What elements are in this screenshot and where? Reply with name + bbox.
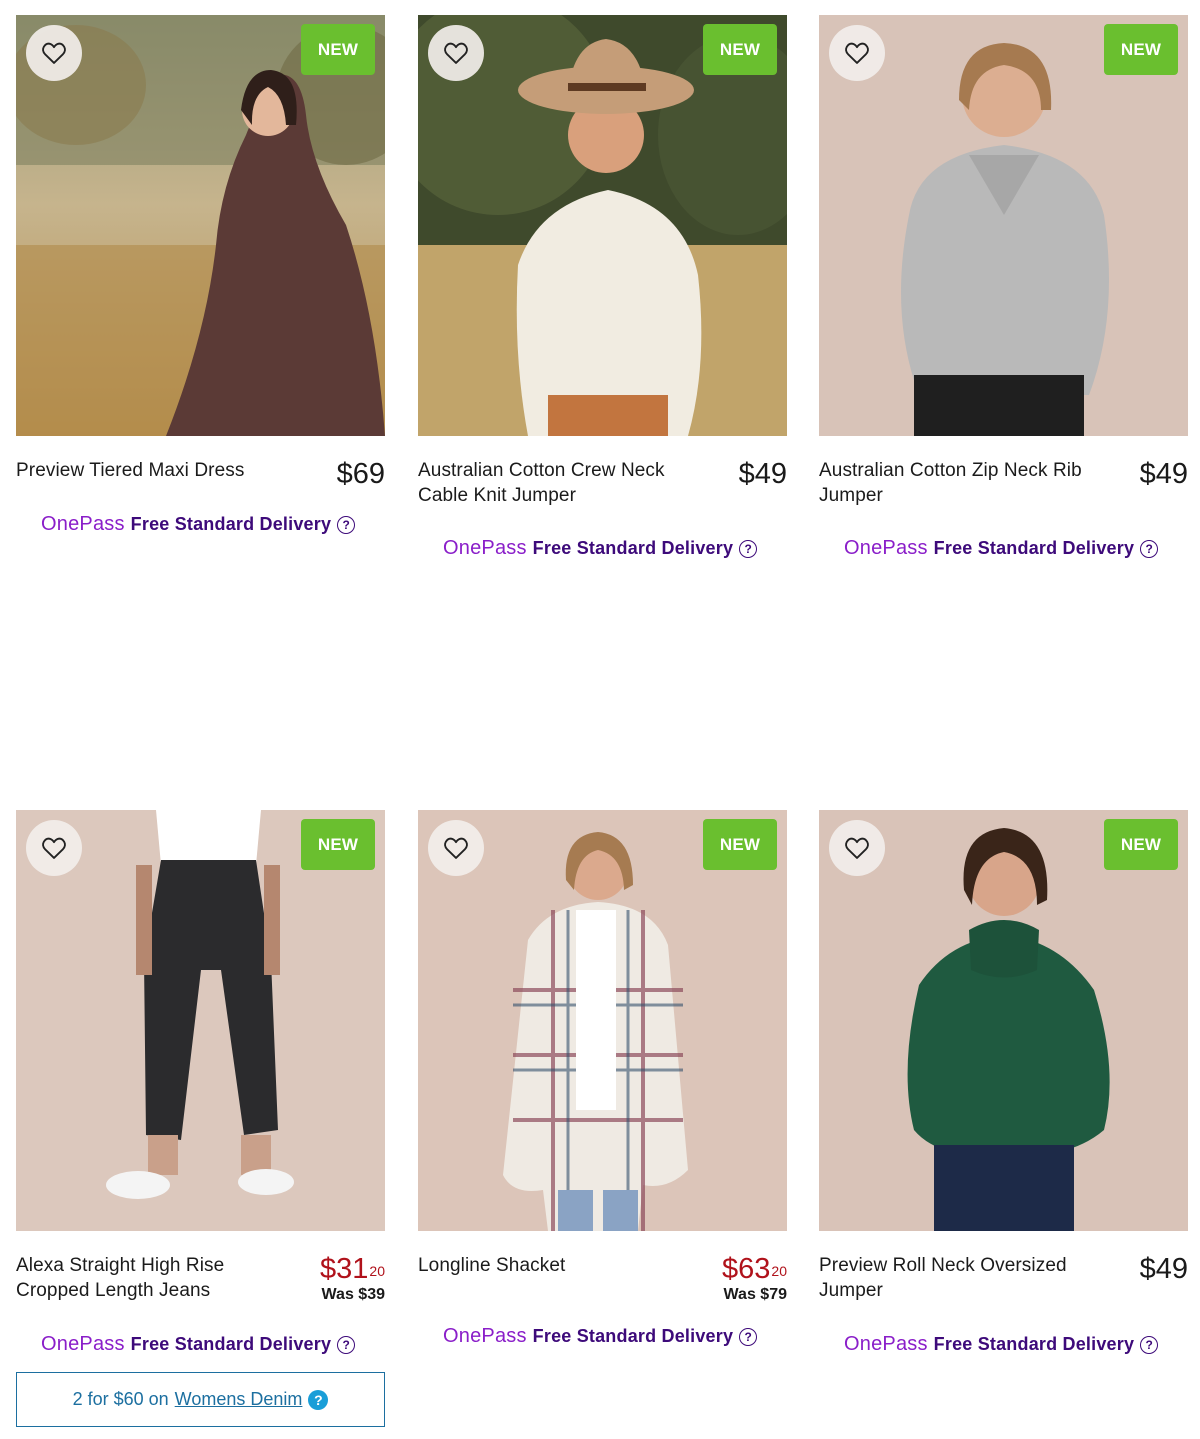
question-circle-icon[interactable]: ?: [1140, 1335, 1159, 1354]
onepass-logo: OnePass: [41, 1333, 125, 1355]
product-sale-price: $6320: [722, 1253, 787, 1285]
was-price: Was $39: [321, 1286, 385, 1303]
new-badge: NEW: [301, 819, 375, 870]
product-title[interactable]: Australian Cotton Zip Neck Rib Jumper: [819, 458, 1089, 508]
delivery-text: Free Standard Delivery: [933, 1334, 1135, 1354]
was-price: Was $79: [723, 1286, 787, 1303]
new-badge: NEW: [1104, 24, 1178, 75]
onepass-logo: OnePass: [443, 537, 527, 559]
product-card[interactable]: NEW Longline Shacket $6320 Was $79 OnePa…: [418, 810, 787, 1347]
product-image[interactable]: NEW: [819, 15, 1188, 436]
wishlist-button[interactable]: [428, 25, 484, 81]
delivery-text: Free Standard Delivery: [130, 1334, 332, 1354]
product-image[interactable]: NEW: [418, 15, 787, 436]
product-price: $69: [336, 458, 385, 490]
product-price: $49: [738, 458, 787, 490]
product-title[interactable]: Alexa Straight High Rise Cropped Length …: [16, 1253, 286, 1303]
onepass-delivery: OnePass Free Standard Delivery ?: [844, 1333, 1159, 1356]
onepass-logo: OnePass: [41, 513, 125, 535]
product-card[interactable]: NEW Australian Cotton Crew Neck Cable Kn…: [418, 15, 787, 559]
onepass-logo: OnePass: [443, 1325, 527, 1347]
onepass-delivery: OnePass Free Standard Delivery ?: [443, 1325, 758, 1348]
price-cents: 20: [771, 1263, 787, 1279]
heart-outline-icon: [845, 42, 869, 64]
onepass-logo: OnePass: [844, 537, 928, 559]
price-dollars: $63: [722, 1253, 771, 1285]
question-circle-icon[interactable]: ?: [308, 1389, 329, 1410]
heart-outline-icon: [444, 837, 468, 859]
product-photo: [16, 15, 385, 436]
promo-text: 2 for $60 on: [72, 1389, 169, 1409]
heart-outline-icon: [42, 837, 66, 859]
promo-banner[interactable]: 2 for $60 on Womens Denim ?: [16, 1372, 385, 1427]
product-title[interactable]: Longline Shacket: [418, 1253, 688, 1278]
product-price: $49: [1139, 458, 1188, 490]
product-image[interactable]: NEW: [16, 15, 385, 436]
product-sale-price: $3120: [320, 1253, 385, 1285]
heart-outline-icon: [845, 837, 869, 859]
product-image[interactable]: NEW: [418, 810, 787, 1231]
product-card[interactable]: NEW Preview Tiered Maxi Dress $69 OnePas…: [16, 15, 385, 535]
product-photo: [418, 810, 787, 1231]
wishlist-button[interactable]: [829, 25, 885, 81]
question-circle-icon[interactable]: ?: [337, 1335, 356, 1354]
new-badge: NEW: [703, 24, 777, 75]
onepass-logo: OnePass: [844, 1333, 928, 1355]
product-photo: [819, 15, 1188, 436]
product-photo: [819, 810, 1188, 1231]
product-title[interactable]: Preview Roll Neck Oversized Jumper: [819, 1253, 1089, 1303]
product-image[interactable]: NEW: [16, 810, 385, 1231]
onepass-delivery: OnePass Free Standard Delivery ?: [41, 513, 356, 536]
delivery-text: Free Standard Delivery: [130, 514, 332, 534]
delivery-text: Free Standard Delivery: [532, 1326, 734, 1346]
promo-link[interactable]: Womens Denim: [175, 1389, 303, 1410]
product-price: $49: [1139, 1253, 1188, 1285]
product-card[interactable]: NEW Australian Cotton Zip Neck Rib Jumpe…: [819, 15, 1188, 559]
onepass-delivery: OnePass Free Standard Delivery ?: [844, 537, 1159, 560]
product-title[interactable]: Australian Cotton Crew Neck Cable Knit J…: [418, 458, 688, 508]
price-cents: 20: [369, 1263, 385, 1279]
delivery-text: Free Standard Delivery: [933, 538, 1135, 558]
heart-outline-icon: [42, 42, 66, 64]
new-badge: NEW: [1104, 819, 1178, 870]
onepass-delivery: OnePass Free Standard Delivery ?: [41, 1333, 356, 1356]
product-photo: [16, 810, 385, 1231]
heart-outline-icon: [444, 42, 468, 64]
question-circle-icon[interactable]: ?: [739, 539, 758, 558]
question-circle-icon[interactable]: ?: [1140, 539, 1159, 558]
product-title[interactable]: Preview Tiered Maxi Dress: [16, 458, 286, 483]
price-dollars: $31: [320, 1253, 369, 1285]
question-circle-icon[interactable]: ?: [739, 1327, 758, 1346]
delivery-text: Free Standard Delivery: [532, 538, 734, 558]
product-card[interactable]: NEW Preview Roll Neck Oversized Jumper $…: [819, 810, 1188, 1355]
wishlist-button[interactable]: [829, 820, 885, 876]
new-badge: NEW: [703, 819, 777, 870]
new-badge: NEW: [301, 24, 375, 75]
wishlist-button[interactable]: [26, 820, 82, 876]
onepass-delivery: OnePass Free Standard Delivery ?: [443, 537, 758, 560]
wishlist-button[interactable]: [26, 25, 82, 81]
question-circle-icon[interactable]: ?: [337, 515, 356, 534]
product-image[interactable]: NEW: [819, 810, 1188, 1231]
product-card[interactable]: NEW Alexa Straight High Rise Cropped Len…: [16, 810, 385, 1427]
wishlist-button[interactable]: [428, 820, 484, 876]
product-photo: [418, 15, 787, 436]
